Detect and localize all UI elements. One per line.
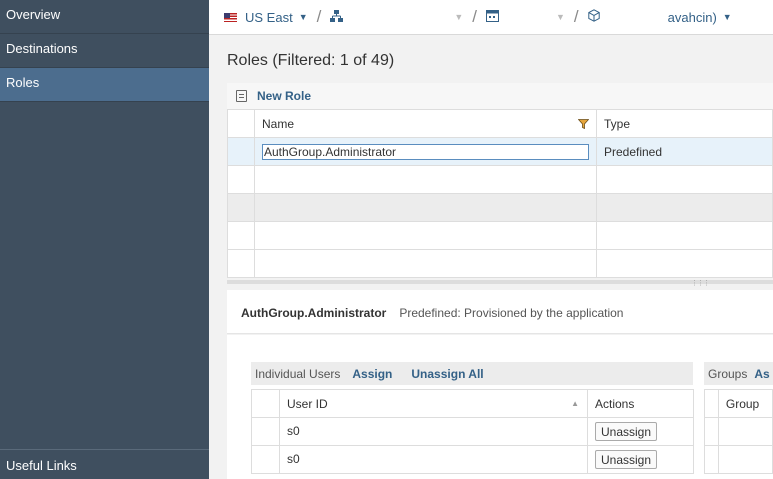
assign-user-button[interactable]: Assign	[352, 367, 392, 381]
table-row-empty	[704, 417, 773, 446]
unassign-button[interactable]: Unassign	[595, 422, 658, 441]
users-table: User ID ▲ Actions s0 Unassign s0 Unassig…	[251, 389, 694, 474]
chevron-down-icon: ▼	[556, 12, 565, 22]
sidebar: Overview Destinations Roles Useful Links	[0, 0, 209, 479]
filter-icon	[577, 118, 590, 130]
chevron-down-icon: ▼	[454, 12, 464, 22]
new-document-icon	[236, 90, 247, 102]
calendar-icon	[486, 9, 499, 25]
hierarchy-icon	[330, 9, 344, 25]
sidebar-item-destinations[interactable]: Destinations	[0, 34, 209, 68]
global-account-selector[interactable]: ▼	[330, 6, 463, 28]
chevron-down-icon: ▼	[298, 12, 308, 22]
row-selector[interactable]	[251, 445, 280, 474]
page-title: Roles (Filtered: 1 of 49)	[227, 52, 395, 69]
redacted-application	[605, 6, 668, 28]
redacted-user-id	[299, 422, 375, 441]
groups-table: Group	[704, 389, 773, 474]
breadcrumb-separator: /	[316, 7, 322, 26]
table-row-empty	[704, 445, 773, 474]
redacted-subaccount	[505, 6, 553, 28]
table-row-empty	[227, 193, 773, 222]
column-header-user-id[interactable]: User ID ▲	[279, 389, 588, 418]
column-header-type[interactable]: Type	[595, 109, 773, 138]
role-type-cell: Predefined	[595, 137, 773, 166]
region-label: US East	[245, 9, 293, 25]
role-name-cell[interactable]: AuthGroup.Administrator	[261, 143, 589, 160]
region-selector[interactable]: US East ▼	[224, 10, 308, 25]
unassign-all-button[interactable]: Unassign All	[411, 367, 483, 381]
table-row[interactable]: AuthGroup.Administrator Predefined	[227, 137, 773, 166]
assign-group-button[interactable]: As	[754, 367, 769, 381]
table-row-empty	[227, 221, 773, 250]
breadcrumb-separator: /	[573, 7, 579, 26]
column-header-actions: Actions	[587, 389, 694, 418]
sort-ascending-icon: ▲	[571, 399, 579, 408]
column-header-name[interactable]: Name	[253, 109, 597, 138]
user-id-cell: s0	[287, 423, 300, 438]
groups-label: Groups	[708, 366, 748, 381]
sidebar-item-useful-links[interactable]: Useful Links	[0, 449, 209, 479]
table-row[interactable]: s0 Unassign	[251, 417, 694, 446]
row-selector[interactable]	[251, 417, 280, 446]
role-detail-name: AuthGroup.Administrator	[241, 305, 387, 320]
breadcrumb-separator: /	[472, 7, 477, 26]
sidebar-item-roles[interactable]: Roles	[0, 68, 209, 102]
sidebar-item-overview[interactable]: Overview	[0, 0, 209, 34]
row-selector-header[interactable]	[251, 389, 280, 418]
roles-table: Name Type AuthGroup.Administrator Predef…	[227, 109, 773, 278]
subaccount-selector[interactable]: ▼	[486, 6, 565, 28]
table-row[interactable]: s0 Unassign	[251, 445, 694, 474]
individual-users-label: Individual Users	[255, 366, 341, 381]
column-header-group[interactable]: Group	[717, 389, 773, 418]
role-detail-header: AuthGroup.Administrator Predefined: Prov…	[227, 290, 773, 334]
chevron-down-icon: ▼	[722, 12, 732, 22]
splitter-grip-icon[interactable]: ⋮⋮⋮	[691, 279, 710, 287]
row-selector[interactable]	[227, 137, 255, 166]
cube-icon	[587, 9, 600, 25]
row-selector-header[interactable]	[227, 109, 255, 138]
redacted-user-id	[299, 450, 375, 469]
table-row-empty	[227, 249, 773, 278]
individual-users-toolbar: Individual Users Assign Unassign All	[251, 362, 693, 385]
redacted-global-account	[349, 6, 452, 28]
unassign-button[interactable]: Unassign	[595, 450, 658, 469]
roles-toolbar: New Role	[227, 83, 773, 109]
us-flag-icon	[224, 12, 237, 22]
new-role-button[interactable]: New Role	[257, 89, 311, 103]
table-row-empty	[227, 165, 773, 194]
row-selector-header[interactable]	[704, 389, 719, 418]
groups-toolbar: Groups As	[704, 362, 773, 385]
role-detail-description: Predefined: Provisioned by the applicati…	[399, 305, 624, 320]
application-selector[interactable]: avahcin) ▼	[587, 6, 732, 28]
breadcrumb: US East ▼ / ▼ / ▼ / avahcin) ▼	[209, 0, 773, 35]
user-id-cell: s0	[287, 451, 300, 466]
application-label: avahcin)	[667, 9, 717, 25]
